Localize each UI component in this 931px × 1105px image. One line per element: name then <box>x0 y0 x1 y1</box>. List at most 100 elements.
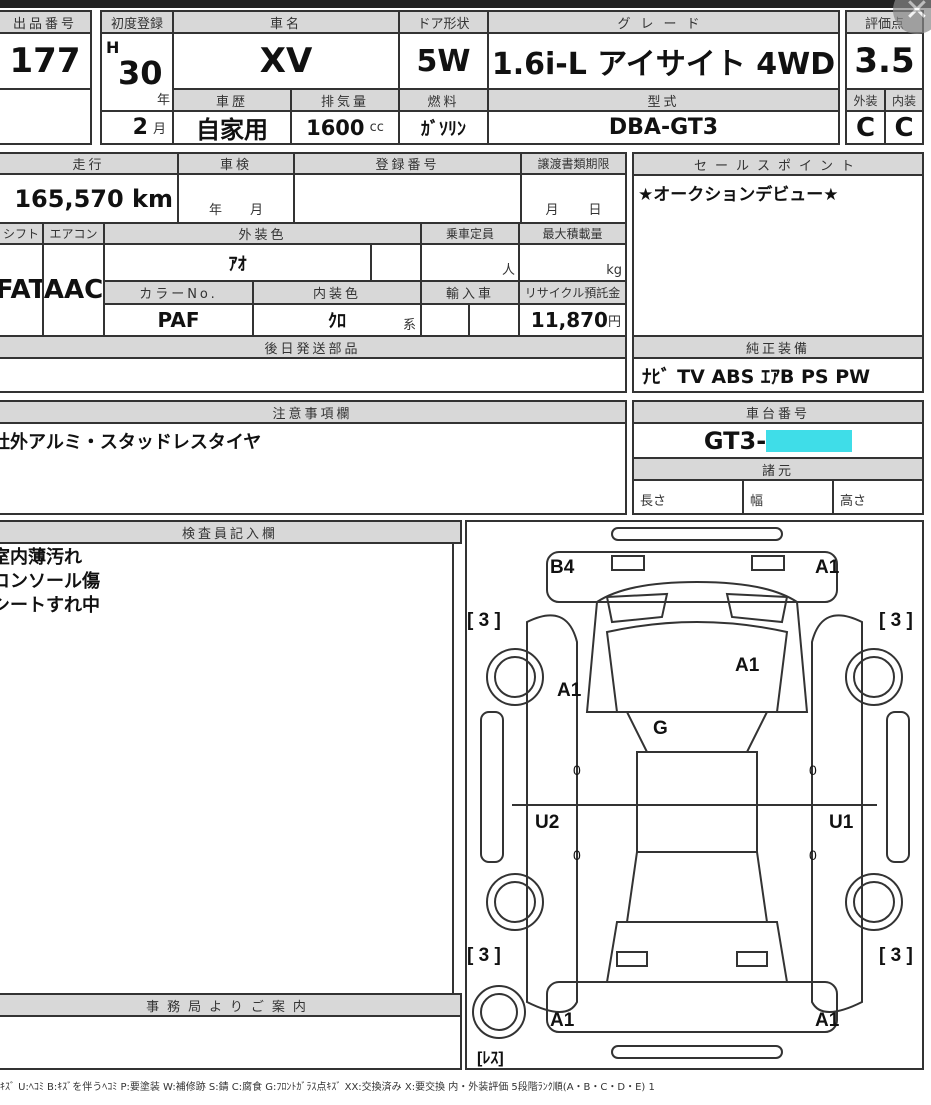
damage-mark: G <box>653 718 668 739</box>
first-reg-month: 2 月 <box>100 110 174 145</box>
disp-label: 排気量 <box>290 88 400 112</box>
lot-number: 177 <box>0 32 92 90</box>
sales-label: セールスポイント <box>632 152 924 176</box>
fuel: ｶﾞｿﾘﾝ <box>398 110 489 145</box>
color-no: PAF <box>103 303 254 337</box>
mileage-label: 走行 <box>0 152 179 175</box>
shift-label: シフト <box>0 222 44 245</box>
car-diagram: B4 A1 [ 3 ] [ 3 ] A1 A1 G 0 0 U2 U1 0 0 … <box>465 520 924 1070</box>
disp-value: 1600 <box>306 115 365 140</box>
regno-label: 登録番号 <box>293 152 522 175</box>
grade: 1.6i-L アイサイト 4WD <box>487 32 840 90</box>
equipment: ﾅﾋﾞ TV ABS ｴｱB PS PW <box>632 357 924 393</box>
inspector-line: 室内薄汚れ <box>0 547 82 568</box>
damage-mark: 0 <box>573 847 581 863</box>
damage-mark: 0 <box>573 762 581 778</box>
damage-mark: [ 3 ] <box>879 945 913 966</box>
ac-label: エアコン <box>42 222 105 245</box>
insp-year: 年 <box>208 203 222 218</box>
regno-value <box>293 173 522 224</box>
int-grade: C <box>884 110 924 145</box>
inspector-label: 検査員記入欄 <box>0 520 462 544</box>
transfer-label: 譲渡書類期限 <box>520 152 627 175</box>
score: 3.5 <box>845 32 924 90</box>
spec-height: 高さ <box>832 479 924 515</box>
spec-label: 諸元 <box>632 457 924 481</box>
notes-text: 社外アルミ・スタッドレスタイヤ <box>0 422 627 515</box>
chassis-label: 車台番号 <box>632 400 924 424</box>
ac: AAC <box>42 243 105 337</box>
color-label: 外装色 <box>103 222 422 245</box>
model-code: DBA-GT3 <box>487 110 840 145</box>
first-reg-label: 初度登録 <box>100 10 174 34</box>
damage-mark: A1 <box>550 1010 575 1031</box>
transfer-date: 月日 <box>520 173 627 224</box>
shift: FAT <box>0 243 44 337</box>
lot-blank <box>0 88 92 145</box>
damage-mark: A1 <box>815 557 840 578</box>
redaction <box>766 429 853 452</box>
recycle-unit: 円 <box>607 314 621 330</box>
year: 30 <box>118 54 163 92</box>
month-unit: 月 <box>152 122 166 137</box>
load-label: 最大積載量 <box>518 222 627 245</box>
exterior-color: ｱｵ <box>103 243 372 282</box>
first-reg-year: H 30 年 <box>100 32 174 112</box>
mileage: 165,570 km <box>0 173 179 224</box>
import-b <box>468 303 520 337</box>
damage-mark: [ 3 ] <box>467 945 501 966</box>
door-type: 5W <box>398 32 489 90</box>
year-unit: 年 <box>156 93 170 108</box>
history-label: 車歴 <box>172 88 292 112</box>
inspection-date: 年月 <box>177 173 295 224</box>
recycle-label: リサイクル預託金 <box>518 280 627 305</box>
damage-mark: [ 3 ] <box>879 610 913 631</box>
ext-label: 外装 <box>845 88 886 112</box>
damage-mark: A1 <box>735 655 760 676</box>
car-name: XV <box>172 32 400 90</box>
later-parts-label: 後日発送部品 <box>0 335 627 359</box>
recycle-value: 11,870 <box>530 308 608 332</box>
intcolor-value: ｸﾛ <box>328 311 346 332</box>
inspector-line: コンソール傷 <box>0 571 100 592</box>
door-label: ドア形状 <box>398 10 489 34</box>
damage-mark: U1 <box>829 812 854 833</box>
top-bar <box>0 0 931 8</box>
month: 2 <box>132 115 148 140</box>
notes-label: 注意事項欄 <box>0 400 627 424</box>
name-label: 車名 <box>172 10 400 34</box>
import-a <box>420 303 470 337</box>
tr-day: 日 <box>588 203 602 218</box>
damage-mark: A1 <box>815 1010 840 1031</box>
ext-grade: C <box>845 110 886 145</box>
fuel-label: 燃料 <box>398 88 489 112</box>
damage-mark: [ 3 ] <box>467 610 501 631</box>
later-parts-body <box>0 357 627 393</box>
tr-month: 月 <box>545 203 559 218</box>
damage-mark: 0 <box>809 847 817 863</box>
colorno-label: カラーNo. <box>103 280 254 305</box>
spec-length: 長さ <box>632 479 744 515</box>
color-blank <box>370 243 422 282</box>
damage-mark: [ﾚｽ] <box>477 1050 504 1067</box>
inspector-line: シートすれ中 <box>0 595 100 616</box>
grade-label: グレード <box>487 10 840 34</box>
capacity-unit: 人 <box>420 243 520 282</box>
capacity-label: 乗車定員 <box>420 222 520 245</box>
legend: ｷｽﾞ U:ﾍｺﾐ B:ｷｽﾞを伴うﾍｺﾐ P:要塗装 W:補修跡 S:錆 C:… <box>0 1082 655 1093</box>
history: 自家用 <box>172 110 292 145</box>
model-label: 型式 <box>487 88 840 112</box>
import-label: 輸入車 <box>420 280 520 305</box>
car-outline-icon <box>472 527 910 1059</box>
recycle-fee: 11,870 円 <box>518 303 627 337</box>
spec-width: 幅 <box>742 479 834 515</box>
load-unit: kg <box>518 243 627 282</box>
damage-mark: A1 <box>557 680 582 701</box>
chassis-value: GT3- <box>703 426 767 455</box>
inspection-label: 車検 <box>177 152 295 175</box>
intcolor-label: 内装色 <box>252 280 422 305</box>
interior-color: ｸﾛ 系 <box>252 303 422 337</box>
damage-mark: 0 <box>809 762 817 778</box>
disp-unit: cc <box>369 120 384 135</box>
intcolor-unit: 系 <box>402 318 416 333</box>
